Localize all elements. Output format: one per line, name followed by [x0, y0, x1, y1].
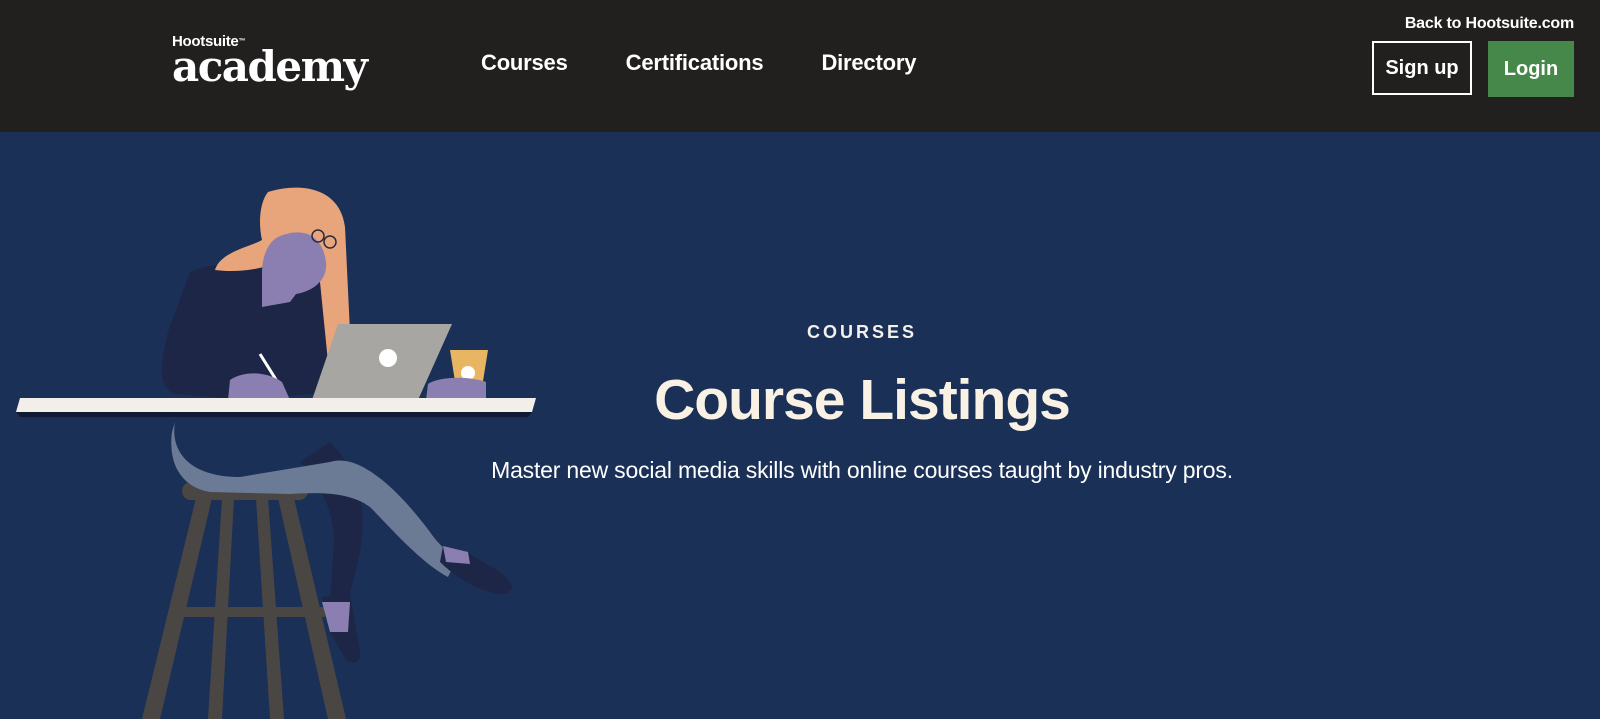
login-button[interactable]: Login: [1488, 41, 1574, 97]
top-header: Hootsuite™ academy Courses Certification…: [0, 0, 1600, 132]
logo-academy-text: academy: [172, 42, 368, 91]
page: Hootsuite™ academy Courses Certification…: [0, 0, 1600, 719]
nav-directory[interactable]: Directory: [821, 50, 916, 76]
main-nav: Courses Certifications Directory: [481, 50, 974, 76]
hootsuite-academy-logo[interactable]: Hootsuite™ academy: [172, 34, 368, 91]
back-to-hootsuite-link[interactable]: Back to Hootsuite.com: [1405, 15, 1574, 33]
stool-graphic: [142, 482, 346, 719]
hero-subtitle: Master new social media skills with onli…: [491, 457, 1233, 483]
hero-eyebrow: COURSES: [806, 322, 917, 342]
nav-courses[interactable]: Courses: [481, 50, 568, 76]
nav-certifications[interactable]: Certifications: [626, 50, 764, 76]
page-title: Course Listings: [654, 368, 1071, 432]
signup-button[interactable]: Sign up: [1372, 41, 1472, 95]
